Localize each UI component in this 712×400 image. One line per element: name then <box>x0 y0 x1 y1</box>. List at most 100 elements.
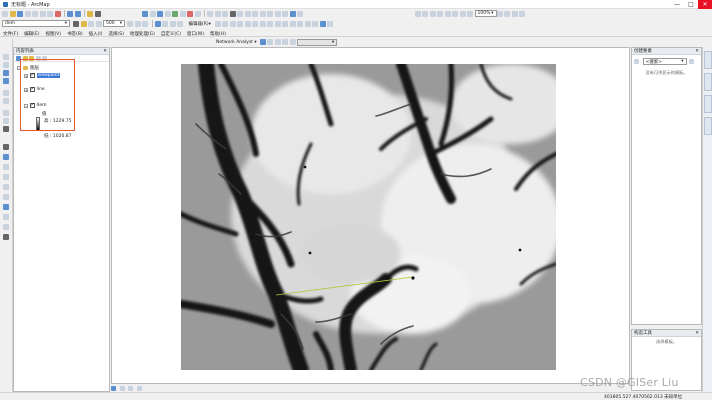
refresh-icon[interactable] <box>128 386 133 391</box>
time-slider-icon[interactable] <box>3 224 9 230</box>
toggle-draft-icon[interactable] <box>496 10 503 17</box>
paste-icon[interactable] <box>47 10 53 17</box>
map-view[interactable] <box>111 47 630 384</box>
solve-icon[interactable] <box>267 39 274 45</box>
pointer-icon[interactable] <box>3 144 9 150</box>
full-extent-icon[interactable] <box>3 78 9 84</box>
point-icon[interactable] <box>244 20 251 27</box>
layer-combo[interactable]: dem ▾ <box>2 20 70 27</box>
swipe-icon[interactable] <box>88 20 94 27</box>
tangent-icon[interactable] <box>289 20 296 27</box>
save-icon[interactable] <box>17 10 23 17</box>
sketch-icon[interactable] <box>214 10 221 17</box>
effect-icon[interactable] <box>127 20 133 27</box>
network-window-icon[interactable] <box>259 39 266 45</box>
table-icon[interactable] <box>149 10 156 17</box>
edit-tool-icon[interactable] <box>207 10 213 17</box>
contrast-icon[interactable] <box>73 20 79 27</box>
hyperlink-icon[interactable] <box>3 174 9 180</box>
midpoint-icon[interactable] <box>252 20 259 27</box>
menu-windows[interactable]: 窗口(W) <box>187 31 204 37</box>
menu-insert[interactable]: 插入(I) <box>89 31 103 37</box>
measure-icon[interactable] <box>3 194 9 200</box>
undo-icon[interactable] <box>67 10 73 17</box>
template-settings-icon[interactable] <box>688 59 694 64</box>
open-icon[interactable] <box>9 10 16 17</box>
fixed-zoom-in-icon[interactable] <box>3 90 9 96</box>
python-icon[interactable] <box>164 10 171 17</box>
split-icon[interactable] <box>267 10 273 17</box>
panel-close-icon[interactable]: ✕ <box>695 49 699 54</box>
reshape-icon[interactable] <box>252 10 258 17</box>
clear-selection-icon[interactable] <box>162 20 168 27</box>
zoom-in-page-icon[interactable] <box>414 10 421 17</box>
direction-icon[interactable] <box>267 20 274 27</box>
brightness-icon[interactable] <box>80 20 87 27</box>
select-element-icon[interactable] <box>282 39 289 45</box>
focus-frame-icon[interactable] <box>504 10 510 17</box>
fixed-zoom-out-icon[interactable] <box>3 98 9 104</box>
network-analyst-menu[interactable]: Network Analyst ▾ <box>216 40 257 45</box>
cut-tool-icon[interactable] <box>319 20 326 27</box>
find-icon[interactable] <box>177 20 183 27</box>
organize-templates-icon[interactable] <box>634 59 639 64</box>
arc-icon[interactable] <box>282 20 289 27</box>
select-elements-icon[interactable] <box>3 126 9 132</box>
menu-edit[interactable]: 编辑(E) <box>24 31 39 37</box>
search-tab[interactable] <box>704 73 712 91</box>
data-view-icon[interactable] <box>111 386 116 391</box>
sketch-props-icon[interactable] <box>289 10 296 17</box>
zoom-whole-page-icon[interactable] <box>437 10 443 17</box>
menu-view[interactable]: 视图(V) <box>45 31 61 37</box>
identify-icon[interactable] <box>3 164 9 170</box>
zoom-out-icon[interactable] <box>3 62 9 68</box>
find-route-icon[interactable] <box>3 204 9 210</box>
zoom-out-page-icon[interactable] <box>422 10 428 17</box>
editor-menu[interactable]: 编辑器(R)▾ <box>189 21 211 27</box>
line-icon[interactable] <box>237 10 243 17</box>
pan-page-icon[interactable] <box>429 10 436 17</box>
print-icon[interactable] <box>24 10 31 17</box>
copy-icon[interactable] <box>39 10 46 17</box>
panel-close-icon[interactable]: ✕ <box>695 331 699 336</box>
fixed-zoom-out-icon[interactable] <box>459 10 466 17</box>
menu-customize[interactable]: 自定义(C) <box>161 31 181 37</box>
back-extent-icon[interactable] <box>467 10 473 17</box>
minimize-button[interactable]: — <box>670 0 684 9</box>
create-viewer-icon[interactable] <box>3 234 9 240</box>
edit-vertices-icon[interactable] <box>214 20 221 27</box>
network-layer-combo[interactable]: ▾ <box>297 38 338 46</box>
distance-icon[interactable] <box>259 20 266 27</box>
zoom-100-icon[interactable] <box>444 10 451 17</box>
zoom-percent-combo[interactable]: 100% ▾ <box>474 10 497 17</box>
close-button[interactable]: ✕ <box>698 0 712 9</box>
forward-icon[interactable] <box>3 118 9 124</box>
pause-drawing-icon[interactable] <box>136 386 142 391</box>
toc-close-icon[interactable]: ✕ <box>103 49 107 54</box>
back-icon[interactable] <box>3 110 9 116</box>
layout-view-icon[interactable] <box>119 386 125 391</box>
results-tab[interactable] <box>704 95 712 113</box>
catalog-icon[interactable] <box>179 10 186 17</box>
toolbox-icon[interactable] <box>187 10 193 17</box>
georef-icon[interactable] <box>142 10 148 17</box>
change-layout-icon[interactable] <box>511 10 518 17</box>
attributes-tool-icon[interactable] <box>327 20 334 27</box>
globe-icon[interactable] <box>3 154 9 160</box>
maximize-button[interactable]: □ <box>684 0 698 9</box>
straight-segment-icon[interactable] <box>222 20 229 27</box>
data-driven-pages-icon[interactable] <box>519 10 525 17</box>
catalog-tab[interactable] <box>704 51 712 69</box>
search-icon[interactable] <box>194 10 201 17</box>
directions-icon[interactable] <box>289 39 296 45</box>
menu-bookmarks[interactable]: 书签(B) <box>67 31 83 37</box>
transparency-icon[interactable] <box>134 20 141 27</box>
menu-file[interactable]: 文件(F) <box>3 31 18 37</box>
pan-icon[interactable] <box>3 70 9 76</box>
select-features-icon[interactable] <box>154 20 161 27</box>
goto-xy-icon[interactable] <box>3 214 9 220</box>
intersection-icon[interactable] <box>274 20 281 27</box>
rotate-icon[interactable] <box>274 10 281 17</box>
menu-help[interactable]: 帮助(H) <box>210 31 226 37</box>
redo-icon[interactable] <box>74 10 81 17</box>
